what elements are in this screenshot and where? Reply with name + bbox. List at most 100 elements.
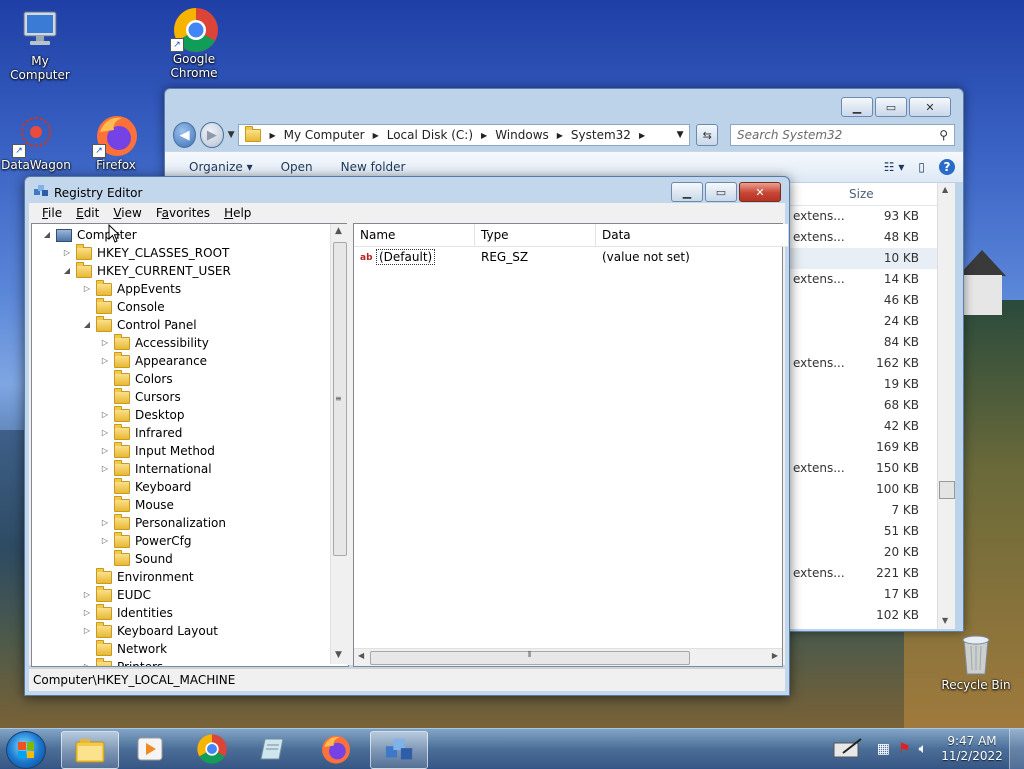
table-row[interactable]: 51 KB	[789, 521, 955, 542]
tree-node[interactable]: ▷ Accessibility	[100, 333, 209, 352]
size-column-header[interactable]: Size	[789, 183, 955, 206]
tree-node[interactable]: ▷ HKEY_CLASSES_ROOT	[62, 243, 229, 262]
column-header-name[interactable]: Name	[354, 224, 475, 247]
menu-edit[interactable]: Edit	[69, 203, 106, 223]
tree-node[interactable]: ▷ Printers	[82, 657, 163, 666]
table-row[interactable]: 17 KB	[789, 584, 955, 605]
pen-input-icon[interactable]	[833, 737, 863, 762]
refresh-button[interactable]: ⇆	[696, 124, 718, 146]
tree-node[interactable]: Environment	[82, 567, 194, 586]
taskbar-notepad[interactable]	[246, 731, 302, 767]
maximize-button[interactable]: ▭	[705, 182, 737, 202]
table-row[interactable]: 20 KB	[789, 542, 955, 563]
collapsed-arrow-icon[interactable]: ▷	[100, 442, 110, 460]
scrollbar-thumb[interactable]	[939, 481, 955, 499]
clock[interactable]: 9:47 AM 11/2/2022	[935, 734, 1009, 764]
open-button[interactable]: Open	[281, 160, 313, 174]
tree-node[interactable]: ▷ PowerCfg	[100, 531, 192, 550]
column-header-data[interactable]: Data	[596, 224, 788, 247]
scroll-left-icon[interactable]: ◀	[358, 651, 364, 660]
table-row[interactable]: ab (Default) REG_SZ (value not set)	[354, 248, 782, 266]
table-row[interactable]: 42 KB	[789, 416, 955, 437]
expanded-arrow-icon[interactable]: ◢	[82, 316, 92, 334]
menu-view[interactable]: View	[106, 203, 148, 223]
tree-node[interactable]: ▷ EUDC	[82, 585, 151, 604]
tree-node[interactable]: Colors	[100, 369, 173, 388]
explorer-file-list[interactable]: Size extens... 93 KB extens... 48 KB 10 KB ex…	[789, 183, 955, 629]
values-horizontal-scrollbar[interactable]: ◀ ⦀ ▶	[354, 648, 782, 666]
menu-help[interactable]: Help	[217, 203, 258, 223]
taskbar-media-player[interactable]	[122, 731, 178, 767]
desktop-icon-recycle-bin[interactable]: Recycle Bin	[936, 632, 1016, 692]
collapsed-arrow-icon[interactable]: ▷	[100, 406, 110, 424]
taskbar-explorer[interactable]	[61, 731, 119, 769]
collapsed-arrow-icon[interactable]: ▷	[82, 586, 92, 604]
table-row[interactable]: 24 KB	[789, 311, 955, 332]
menu-favorites[interactable]: Favorites	[149, 203, 217, 223]
tree-node[interactable]: ◢ HKEY_CURRENT_USER	[62, 261, 231, 280]
tree-node[interactable]: Cursors	[100, 387, 181, 406]
volume-icon[interactable]: 🔈︎	[919, 741, 927, 757]
tree-node[interactable]: Keyboard	[100, 477, 191, 496]
scroll-down-icon[interactable]: ▼	[335, 650, 342, 660]
address-bar[interactable]: ▶ My Computer ▶ Local Disk (C:) ▶ Window…	[238, 124, 691, 146]
collapsed-arrow-icon[interactable]: ▷	[100, 514, 110, 532]
scroll-down-icon[interactable]: ▼	[942, 616, 948, 625]
table-row[interactable]: extens... 48 KB	[789, 227, 955, 248]
tree-node[interactable]: Sound	[100, 549, 173, 568]
tree-node[interactable]: Mouse	[100, 495, 174, 514]
collapsed-arrow-icon[interactable]: ▷	[82, 280, 92, 298]
explorer-vertical-scrollbar[interactable]: ▲ ▼	[937, 183, 955, 629]
breadcrumb-system32[interactable]: System32	[571, 128, 631, 142]
close-button[interactable]: ✕	[909, 97, 951, 117]
title-bar[interactable]: Registry Editor	[33, 183, 142, 202]
desktop-icon-datawagon[interactable]: ↗ DataWagon	[0, 112, 76, 172]
table-row[interactable]: extens... 150 KB	[789, 458, 955, 479]
registry-editor-window[interactable]: Registry Editor ▁ ▭ ✕ File Edit View Fav…	[24, 176, 790, 696]
tree-node[interactable]: ▷ Identities	[82, 603, 173, 622]
breadcrumb-local-disk[interactable]: Local Disk (C:)	[387, 128, 473, 142]
forward-button[interactable]: ▶	[200, 122, 224, 148]
table-row[interactable]: 10 KB	[789, 248, 955, 269]
collapsed-arrow-icon[interactable]: ▷	[100, 352, 110, 370]
desktop-icon-firefox[interactable]: ↗ Firefox	[76, 112, 156, 172]
tree-node[interactable]: ▷ Input Method	[100, 441, 215, 460]
table-row[interactable]: 100 KB	[789, 479, 955, 500]
collapsed-arrow-icon[interactable]: ▷	[100, 460, 110, 478]
tree-node[interactable]: ▷ Keyboard Layout	[82, 621, 218, 640]
table-row[interactable]: 19 KB	[789, 374, 955, 395]
collapsed-arrow-icon[interactable]: ▷	[62, 244, 72, 262]
tree-node[interactable]: ▷ Appearance	[100, 351, 207, 370]
table-row[interactable]: extens... 162 KB	[789, 353, 955, 374]
new-folder-button[interactable]: New folder	[341, 160, 406, 174]
collapsed-arrow-icon[interactable]: ▷	[82, 604, 92, 622]
table-row[interactable]: 169 KB	[789, 437, 955, 458]
taskbar-registry-editor[interactable]	[370, 731, 428, 769]
tree-node[interactable]: ▷ AppEvents	[82, 279, 181, 298]
table-row[interactable]: extens... 221 KB	[789, 563, 955, 584]
taskbar-chrome[interactable]	[184, 731, 240, 767]
action-center-flag-icon[interactable]: ⚑	[898, 741, 911, 757]
breadcrumb-windows[interactable]: Windows	[495, 128, 549, 142]
help-icon[interactable]: ?	[939, 159, 955, 175]
tree-node[interactable]: ◢ Computer	[42, 226, 137, 244]
address-dropdown-icon[interactable]: ▼	[677, 130, 684, 140]
collapsed-arrow-icon[interactable]: ▷	[100, 334, 110, 352]
search-icon[interactable]: ⚲	[939, 128, 948, 142]
tree-node[interactable]: ▷ International	[100, 459, 212, 478]
tree-node[interactable]: ▷ Personalization	[100, 513, 226, 532]
column-header-type[interactable]: Type	[475, 224, 596, 247]
back-button[interactable]: ◀	[173, 122, 197, 148]
collapsed-arrow-icon[interactable]: ▷	[100, 424, 110, 442]
maximize-button[interactable]: ▭	[875, 97, 907, 117]
minimize-button[interactable]: ▁	[671, 182, 703, 202]
breadcrumb-my-computer[interactable]: My Computer	[284, 128, 365, 142]
taskbar-firefox[interactable]	[308, 731, 364, 767]
show-desktop-button[interactable]	[1009, 729, 1024, 769]
menu-file[interactable]: File	[35, 203, 69, 223]
organize-button[interactable]: Organize ▾	[189, 160, 253, 174]
table-row[interactable]: extens... 14 KB	[789, 269, 955, 290]
expanded-arrow-icon[interactable]: ◢	[62, 262, 72, 280]
registry-values-list[interactable]: Name Type Data ab (Default) REG_SZ (value…	[353, 223, 788, 667]
tree-node[interactable]: Console	[82, 297, 165, 316]
